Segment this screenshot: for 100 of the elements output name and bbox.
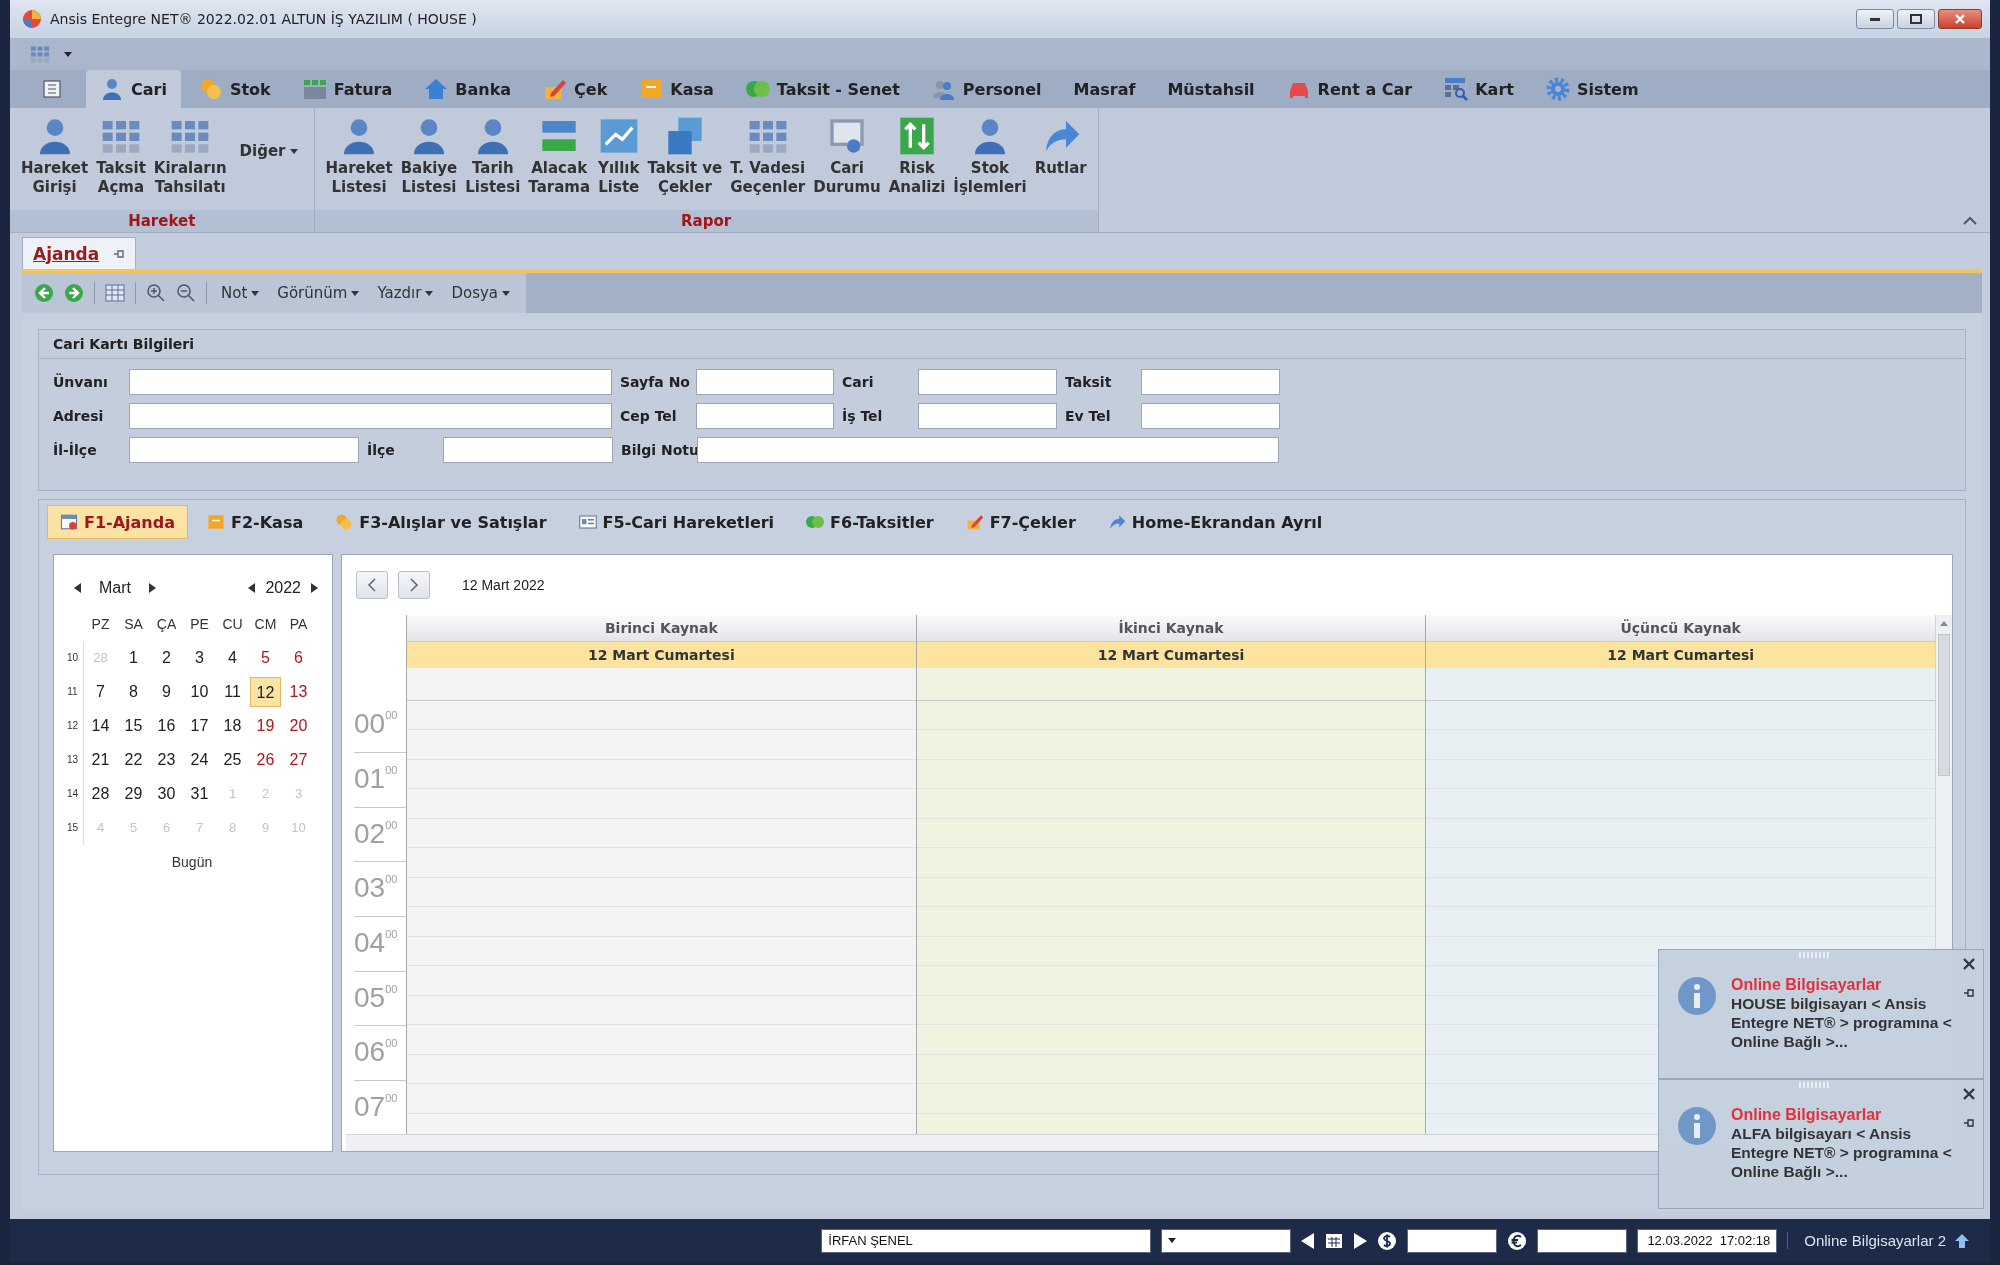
previous-button[interactable] (1301, 1232, 1316, 1249)
next-button[interactable] (1353, 1232, 1368, 1249)
calendar-day[interactable]: 17 (184, 711, 215, 741)
input-field[interactable] (1141, 369, 1280, 395)
calendar-day[interactable]: 14 (85, 711, 116, 741)
close-icon[interactable] (1963, 958, 1975, 970)
ribbon-tab[interactable]: Kasa (625, 70, 728, 108)
grip-icon[interactable] (1799, 952, 1829, 958)
calendar-day[interactable]: 27 (283, 745, 314, 775)
close-button[interactable] (1938, 9, 1982, 29)
input-field[interactable] (696, 403, 834, 429)
input-field[interactable] (696, 369, 834, 395)
calendar-day[interactable]: 6 (283, 643, 314, 673)
input-field[interactable] (697, 437, 1279, 463)
ribbon-tab[interactable]: Çek (529, 70, 622, 108)
calendar-day[interactable]: 3 (184, 643, 215, 673)
calendar-day[interactable]: 5 (250, 643, 281, 673)
next-year-icon[interactable] (311, 583, 318, 593)
toolbar-menu[interactable]: Yazdır (373, 282, 438, 304)
forward-icon[interactable] (64, 283, 84, 303)
ribbon-button[interactable]: Stok İşlemleri (950, 112, 1030, 201)
tab[interactable]: F5-Cari Hareketleri (565, 505, 788, 539)
ribbon-button[interactable]: Rutlar (1031, 112, 1090, 182)
user-field[interactable]: İRFAN ŞENEL (821, 1228, 1152, 1253)
input-field[interactable] (918, 369, 1057, 395)
ribbon-tab[interactable]: Fatura (288, 70, 407, 108)
ribbon-button[interactable]: Hareket Listesi (322, 112, 396, 201)
tab[interactable]: F6-Taksitler (793, 505, 947, 539)
today-button[interactable]: Bugün (165, 853, 219, 871)
next-month-icon[interactable] (149, 583, 156, 593)
collapse-icon[interactable] (1962, 214, 1978, 226)
up-arrow-icon[interactable] (1954, 1232, 1970, 1249)
calendar-day[interactable]: 12 (250, 677, 281, 707)
ribbon-tab[interactable]: Rent a Car (1272, 70, 1427, 108)
ribbon-button[interactable]: Risk Analizi (885, 112, 949, 201)
calendar-day[interactable]: 11 (217, 677, 248, 707)
input-field[interactable] (918, 403, 1057, 429)
calendar-day[interactable]: 28 (85, 779, 116, 809)
minimize-button[interactable] (1856, 9, 1894, 29)
ribbon-tab[interactable]: Müstahsil (1153, 70, 1269, 108)
calendar-day[interactable]: 15 (118, 711, 149, 741)
pin-icon[interactable] (113, 248, 126, 259)
calendar-day[interactable]: 10 (184, 677, 215, 707)
calendar-day[interactable]: 22 (118, 745, 149, 775)
ribbon-dropdown[interactable]: Diğer (231, 138, 306, 165)
ribbon-button[interactable]: Taksit Açma (93, 112, 149, 201)
tab[interactable]: F1-Ajanda (47, 505, 188, 539)
calendar-day[interactable]: 21 (85, 745, 116, 775)
toolbar-menu[interactable]: Dosya (447, 282, 515, 304)
calendar-grid-icon[interactable] (1325, 1232, 1344, 1249)
pin-icon[interactable] (1963, 1118, 1975, 1128)
pin-icon[interactable] (1963, 988, 1975, 998)
ribbon-button[interactable]: Alacak Tarama (525, 112, 594, 201)
calendar-day[interactable]: 29 (118, 779, 149, 809)
zoom-out-icon[interactable] (176, 283, 196, 303)
calendar-day[interactable]: 25 (217, 745, 248, 775)
ribbon-tab[interactable]: Masraf (1059, 70, 1150, 108)
scroll-up-icon[interactable] (1940, 621, 1948, 626)
ribbon-button[interactable]: Kiraların Tahsilatı (150, 112, 230, 201)
ribbon-button[interactable]: T. Vadesi Geçenler (727, 112, 809, 201)
calendar-day[interactable]: 9 (151, 677, 182, 707)
toolbar-menu[interactable]: Not (217, 282, 264, 304)
zoom-in-icon[interactable] (146, 283, 166, 303)
tab[interactable]: F2-Kasa (194, 505, 317, 539)
grid-icon[interactable] (30, 44, 50, 64)
ribbon-button[interactable]: Cari Durumu (810, 112, 884, 201)
calendar-day[interactable]: 8 (118, 677, 149, 707)
ribbon-tab[interactable]: Stok (184, 70, 285, 108)
ribbon-tab[interactable]: Cari (86, 70, 181, 108)
input-field[interactable] (1537, 1228, 1628, 1253)
document-menu-icon[interactable] (42, 80, 62, 98)
ribbon-button[interactable]: Taksit ve Çekler (644, 112, 726, 201)
tab[interactable]: F3-Alışlar ve Satışlar (322, 505, 560, 539)
calendar-day[interactable]: 2 (151, 643, 182, 673)
toolbar-menu[interactable]: Görünüm (273, 282, 364, 304)
ribbon-tab[interactable]: Taksit - Senet (731, 70, 914, 108)
online-status[interactable]: Online Bilgisayarlar 2 (1804, 1232, 1946, 1249)
calendar-day[interactable]: 24 (184, 745, 215, 775)
input-field[interactable] (129, 369, 612, 395)
close-icon[interactable] (1963, 1088, 1975, 1100)
tab[interactable]: F7-Çekler (952, 505, 1089, 539)
calendar-day[interactable]: 23 (151, 745, 182, 775)
dropdown-field[interactable] (1161, 1228, 1292, 1253)
calendar-day[interactable]: 16 (151, 711, 182, 741)
calendar-day[interactable]: 7 (85, 677, 116, 707)
calendar-day[interactable]: 19 (250, 711, 281, 741)
back-icon[interactable] (34, 283, 54, 303)
input-field[interactable] (1141, 403, 1280, 429)
calendar-day[interactable]: 4 (217, 643, 248, 673)
previous-month-icon[interactable] (74, 583, 81, 593)
ribbon-button[interactable]: Hareket Girişi (18, 112, 92, 201)
grip-icon[interactable] (1799, 1082, 1829, 1088)
calendar-day[interactable]: 30 (151, 779, 182, 809)
document-tab[interactable]: Ajanda (22, 237, 137, 269)
calendar-day[interactable]: 1 (118, 643, 149, 673)
calendar-day[interactable]: 26 (250, 745, 281, 775)
ribbon-button[interactable]: Tarih Listesi (462, 112, 524, 201)
calendar-day[interactable]: 20 (283, 711, 314, 741)
ribbon-tab[interactable]: Kart (1430, 70, 1528, 108)
calendar-day[interactable]: 31 (184, 779, 215, 809)
